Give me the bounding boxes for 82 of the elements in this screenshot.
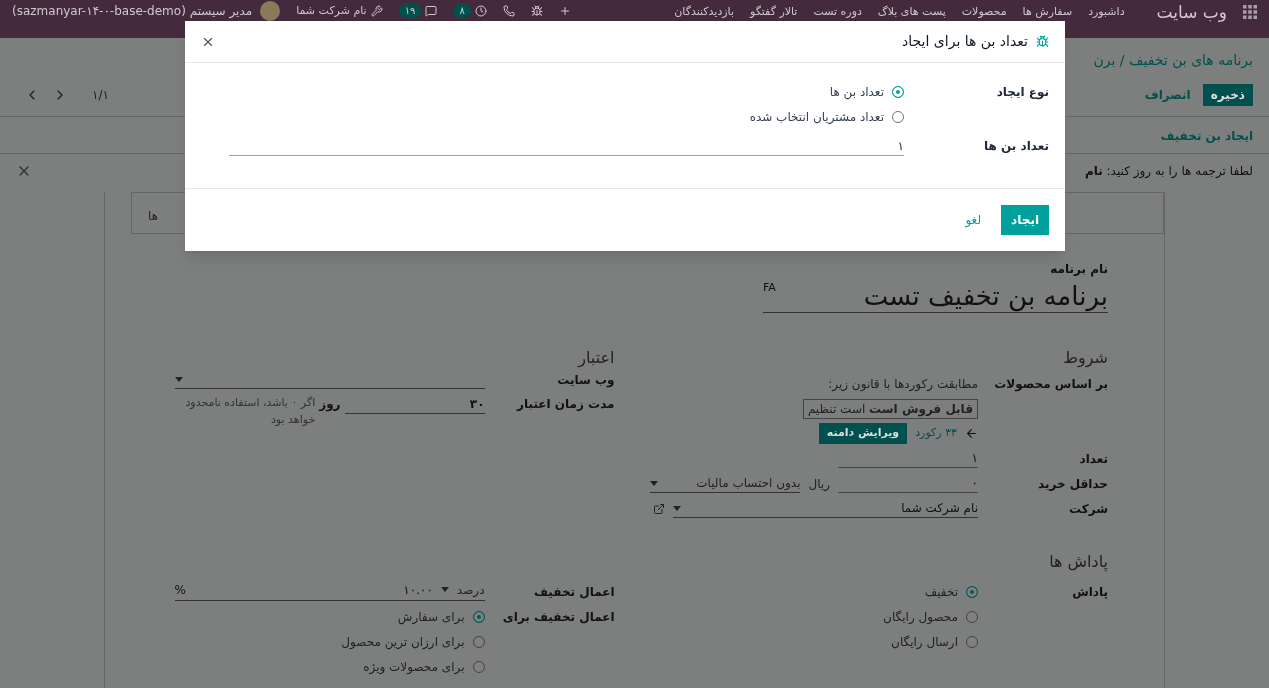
radio-button[interactable] [966,610,978,623]
apps-grid-icon[interactable] [1243,5,1257,19]
menu-item[interactable]: پست های بلاگ [877,5,946,19]
save-button[interactable]: ذخیره [1202,84,1253,106]
section-title: پاداش ها [1048,551,1108,573]
phone-icon[interactable] [502,5,515,17]
menu-item[interactable]: سفارش ها [1022,5,1073,19]
records-link[interactable]: ۳۳ رکورد [915,425,957,442]
discount-type-select[interactable]: درصد [456,580,485,599]
percent-sign: % [174,581,186,599]
activity-count-badge: ۸ [453,4,471,18]
radio-label: برای محصولات ویژه [363,658,465,676]
radio-button[interactable] [892,110,904,123]
chat-icon[interactable] [425,5,438,17]
radio-label: برای ارزان ترین محصول [341,633,465,651]
clock-icon[interactable] [474,5,487,17]
menu-item[interactable]: محصولات [961,5,1007,19]
duration-hint: اگر ۰ باشد، استفاده نامحدود خواهد بود [184,395,316,428]
currency-label: ریال [808,475,830,493]
radio-button[interactable] [892,85,904,98]
radio-label: برای سفارش [397,608,465,626]
language-tag[interactable]: FA [763,280,776,297]
program-name-field[interactable]: برنامه بن تخفیف تست [863,280,1108,312]
field-label: پاداش [1072,583,1108,601]
menu-item[interactable]: دوره تست [813,5,862,19]
radio-button[interactable] [472,610,485,623]
cancel-button[interactable]: لغو [965,211,982,229]
external-link-icon[interactable] [653,502,665,515]
user-avatar[interactable] [260,1,281,21]
radio-button[interactable] [966,585,978,598]
field-label: مدت زمان اعتبار [515,396,615,413]
smart-button[interactable]: ها [148,207,158,225]
edit-domain-button[interactable]: ویرایش دامنه [818,423,908,444]
field-label: اعمال تخفیف برای [502,608,615,626]
field-label: تعداد [1078,450,1108,468]
caret-icon [440,587,449,592]
field-label: اعمال تخفیف [534,583,615,601]
chat-count-badge: ۱۹ [398,4,422,18]
bug-icon [1036,35,1049,48]
company-switcher[interactable]: نام شرکت شما [296,4,367,18]
radio-button[interactable] [472,660,485,673]
radio-label: ارسال رایگان [891,633,958,651]
bug-icon[interactable] [530,5,543,17]
discount-value-field[interactable]: ۱۰.۰۰ [403,580,433,599]
duration-field[interactable]: ۳۰ [344,395,485,414]
unit-label: روز [319,396,341,413]
dialog-title: تعداد بن ها برای ایجاد [902,32,1028,52]
field-label: شرکت [1068,500,1108,518]
menu-item[interactable]: بازدیدکنندگان [674,5,734,19]
quantity-field[interactable]: ۱ [838,449,978,468]
caret-icon [174,377,183,382]
tax-mode-select[interactable]: بدون احتساب مالیات [650,474,801,493]
minimum-amount-field[interactable]: ۰ [838,474,978,493]
plus-icon[interactable] [558,5,571,17]
menu-item[interactable]: تالار گفتگو [750,5,798,19]
field-label: نام برنامه [1050,262,1108,276]
app-name[interactable]: وب سایت [1156,1,1227,23]
radio-label: تخفیف [924,583,958,601]
rule-text: مطابقت رکوردها با قانون زیر: [827,375,978,393]
field-label: حداقل خرید [1037,475,1108,493]
radio-label: محصول رایگان [883,608,958,626]
field-label: تعداد بن ها [983,138,1049,155]
radio-button[interactable] [472,635,485,648]
radio-label: تعداد بن ها [829,83,884,101]
pager-value: ۱/۱ [92,87,109,104]
wrench-icon[interactable] [370,5,383,17]
coupon-count-field[interactable]: ۱ [229,137,904,156]
menu-item[interactable]: داشبورد [1088,5,1125,19]
radio-button[interactable] [966,635,978,648]
section-title: اعتبار [576,347,615,369]
section-title: شروط [1062,347,1108,369]
caret-icon [673,505,681,511]
radio-label: تعداد مشتریان انتخاب شده [749,108,884,126]
field-label: نوع ایجاد [996,83,1049,101]
create-button[interactable]: ایجاد [1001,205,1049,235]
field-label: بر اساس محصولات [993,375,1108,393]
arrow-icon [965,427,978,440]
company-select[interactable]: نام شرکت شما [673,499,978,518]
user-menu[interactable]: مدیر سیستم (sazmanyar-۱۴-۰-base-demo) [12,4,253,18]
translation-message: لطفا ترجمه ها را به روز کنید: نام [1084,163,1253,180]
caret-icon [650,480,659,486]
field-label: وب سایت [556,372,615,389]
